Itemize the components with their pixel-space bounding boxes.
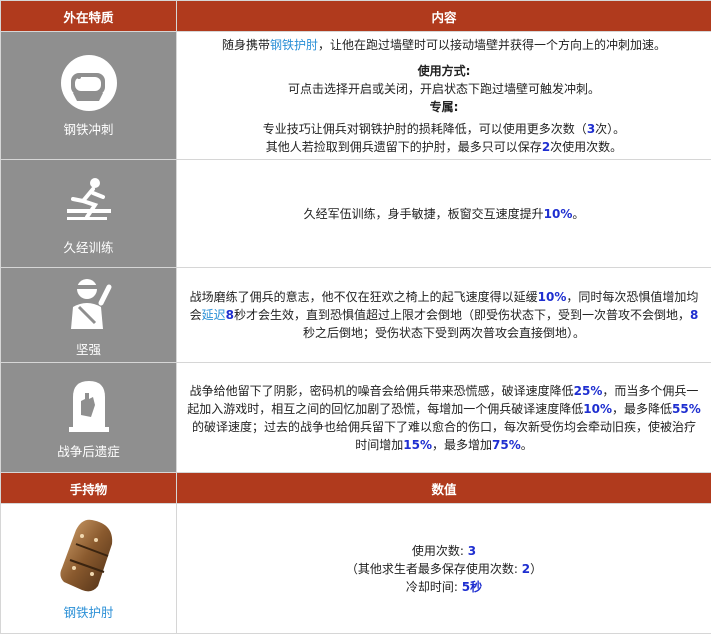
highlight-value: 3	[586, 121, 596, 136]
trait-row-steel-dash: 钢铁冲刺 随身携带钢铁护肘，让他在跑过墙壁时可以接动墙壁并获得一个方向上的冲刺加…	[0, 31, 711, 160]
desc-text: 其他人若捡取到佣兵遗留下的护肘，最多只可以保存	[265, 139, 542, 154]
trait-description: 战场磨练了佣兵的意志，他不仅在狂欢之椅上的起飞速度得以延缓10%，同时每次恐惧值…	[176, 267, 711, 363]
desc-text: 秒之后倒地；受伤状态下受到两次普攻会直接倒地）。	[302, 326, 585, 340]
trait-cell: 钢铁冲刺	[0, 31, 177, 160]
highlight-value: 2	[541, 139, 551, 154]
trait-description: 随身携带钢铁护肘，让他在跑过墙壁时可以接动墙壁并获得一个方向上的冲刺加速。 使用…	[176, 31, 711, 160]
highlight-value: 8	[690, 308, 699, 322]
usage-title: 使用方式:	[417, 63, 471, 78]
desc-text: 次）。	[595, 121, 626, 136]
desc-text: ，最多增加	[431, 437, 492, 452]
desc-text: 次使用次数。	[550, 139, 623, 154]
trait-name: 钢铁冲刺	[63, 122, 114, 137]
trait-cell: 久经训练	[0, 159, 177, 268]
desc-text: 。	[520, 437, 533, 452]
vaulting-soldier-icon	[1, 171, 176, 231]
special-title: 专属:	[429, 99, 459, 114]
cooldown-label: 冷却时间:	[405, 579, 462, 594]
desc-text: ，最多降低	[612, 401, 673, 416]
trait-row-tough: 坚强 战场磨练了佣兵的意志，他不仅在狂欢之椅上的起飞速度得以延缓10%，同时每次…	[0, 267, 711, 363]
steel-elbow-guard-link[interactable]: 钢铁护肘	[270, 38, 318, 52]
trait-name: 战争后遗症	[57, 444, 120, 459]
desc-text: 久经军伍训练，身手敏捷，板窗交互速度提升	[303, 206, 544, 221]
steel-elbow-guard-icon	[1, 516, 176, 596]
item-row: 钢铁护肘 使用次数: 3 （其他求生者最多保存使用次数: 2） 冷却时间: 5秒	[0, 503, 711, 634]
others-value: 2	[521, 561, 531, 576]
header-item: 手持物	[0, 472, 177, 504]
tombstone-hand-icon	[1, 375, 176, 435]
trait-name: 坚强	[75, 341, 101, 357]
desc-text: 专业技巧让佣兵对钢铁护肘的损耗降低，可以使用更多次数（	[262, 121, 587, 136]
trait-row-veteran-training: 久经训练 久经军伍训练，身手敏捷，板窗交互速度提升10%。	[0, 159, 711, 268]
header-content: 内容	[176, 0, 711, 32]
uses-value: 3	[467, 543, 477, 558]
highlight-value: 25%	[573, 383, 603, 398]
trait-description: 久经军伍训练，身手敏捷，板窗交互速度提升10%。	[176, 159, 711, 268]
highlight-value: 10%	[583, 401, 612, 416]
item-name-link[interactable]: 钢铁护肘	[1, 602, 176, 621]
header-values: 数值	[176, 472, 711, 504]
bandaged-mercenary-icon	[1, 273, 176, 333]
fist-gauntlet-icon	[1, 53, 176, 113]
header-traits: 外在特质	[0, 0, 177, 32]
uses-label: 使用次数:	[411, 543, 468, 558]
usage-text: 可点击选择开启或关闭，开启状态下跑过墙壁可触发冲刺。	[287, 81, 600, 96]
trait-cell: 坚强	[0, 267, 177, 363]
trait-name: 久经训练	[63, 240, 114, 255]
others-suffix: ）	[530, 561, 543, 576]
highlight-value: 75%	[492, 437, 521, 452]
highlight-value: 10%	[537, 290, 567, 304]
mercenary-traits-table: 外在特质 内容 钢铁冲刺 随身携带钢铁护肘，让他在跑过墙壁时可以接动墙壁并获得一…	[0, 0, 711, 634]
item-header-row: 手持物 数值	[0, 472, 711, 504]
others-label: （其他求生者最多保存使用次数:	[345, 561, 522, 576]
trait-cell: 战争后遗症	[0, 362, 177, 473]
trait-description: 战争给他留下了阴影，密码机的噪音会给佣兵带来恐慌感，破译速度降低25%，而当多个…	[176, 362, 711, 473]
highlight-value: 8	[225, 308, 234, 322]
desc-text: 随身携带	[221, 37, 270, 52]
traits-header-row: 外在特质 内容	[0, 0, 711, 32]
desc-text: 战争给他留下了阴影，密码机的噪音会给佣兵带来恐慌感，破译速度降低	[189, 383, 574, 398]
trait-row-war-aftermath: 战争后遗症 战争给他留下了阴影，密码机的噪音会给佣兵带来恐慌感，破译速度降低25…	[0, 362, 711, 473]
item-values: 使用次数: 3 （其他求生者最多保存使用次数: 2） 冷却时间: 5秒	[176, 503, 711, 634]
cooldown-value: 5秒	[461, 579, 483, 594]
highlight-value: 15%	[403, 437, 432, 452]
desc-text: 秒才会生效，直到恐惧值超过上限才会倒地（即受伤状态下，受到一次普攻不会倒地，	[234, 308, 691, 322]
delay-link[interactable]: 延迟	[202, 308, 226, 322]
item-cell: 钢铁护肘	[0, 503, 177, 634]
desc-text: 战场磨练了佣兵的意志，他不仅在狂欢之椅上的起飞速度得以延缓	[189, 290, 538, 304]
desc-text: 。	[572, 206, 585, 221]
highlight-value: 55%	[672, 401, 701, 416]
highlight-value: 10%	[543, 206, 573, 221]
desc-text: ，让他在跑过墙壁时可以接动墙壁并获得一个方向上的冲刺加速。	[318, 37, 667, 52]
